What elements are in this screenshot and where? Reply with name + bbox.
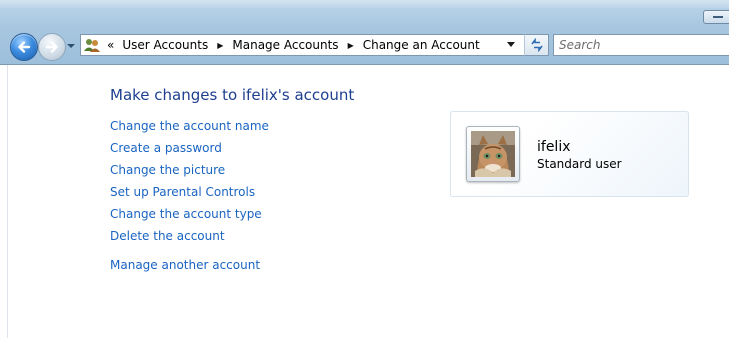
minimize-button[interactable] bbox=[703, 10, 729, 24]
page-title: Make changes to ifelix's account bbox=[110, 86, 355, 104]
forward-button[interactable] bbox=[38, 33, 66, 61]
kitten-photo-icon bbox=[471, 131, 515, 177]
parental-controls-link[interactable]: Set up Parental Controls bbox=[110, 184, 269, 206]
refresh-icon bbox=[531, 38, 543, 52]
back-arrow-icon bbox=[18, 41, 31, 53]
window-chrome: « User Accounts ▶ Manage Accounts ▶ Chan… bbox=[0, 0, 729, 65]
change-picture-link[interactable]: Change the picture bbox=[110, 162, 269, 184]
account-type: Standard user bbox=[537, 157, 622, 171]
account-name: ifelix bbox=[537, 139, 571, 155]
delete-account-link[interactable]: Delete the account bbox=[110, 228, 269, 250]
breadcrumb-manage-accounts[interactable]: Manage Accounts bbox=[232, 38, 338, 52]
breadcrumb-overflow-chevron[interactable]: « bbox=[107, 38, 114, 52]
breadcrumb-change-an-account[interactable]: Change an Account bbox=[363, 38, 480, 52]
breadcrumb-separator-icon[interactable]: ▶ bbox=[348, 41, 354, 50]
breadcrumb-user-accounts[interactable]: User Accounts bbox=[122, 38, 208, 52]
change-account-name-link[interactable]: Change the account name bbox=[110, 118, 269, 140]
change-account-type-link[interactable]: Change the account type bbox=[110, 206, 269, 228]
address-dropdown-icon[interactable] bbox=[507, 42, 515, 48]
search-input[interactable] bbox=[553, 34, 729, 56]
task-list: Change the account name Create a passwor… bbox=[110, 118, 269, 279]
create-password-link[interactable]: Create a password bbox=[110, 140, 269, 162]
minimize-icon bbox=[713, 16, 723, 18]
user-accounts-icon bbox=[83, 37, 101, 53]
breadcrumb-separator-icon[interactable]: ▶ bbox=[217, 41, 223, 50]
content-divider bbox=[7, 65, 8, 338]
manage-another-account-link[interactable]: Manage another account bbox=[110, 257, 269, 279]
avatar bbox=[466, 126, 520, 182]
forward-arrow-icon bbox=[45, 41, 58, 53]
back-button[interactable] bbox=[10, 33, 38, 61]
title-bar bbox=[0, 0, 729, 8]
address-bar[interactable]: « User Accounts ▶ Manage Accounts ▶ Chan… bbox=[80, 34, 546, 56]
recent-pages-dropdown-icon[interactable] bbox=[66, 42, 76, 50]
refresh-button[interactable] bbox=[524, 34, 549, 56]
